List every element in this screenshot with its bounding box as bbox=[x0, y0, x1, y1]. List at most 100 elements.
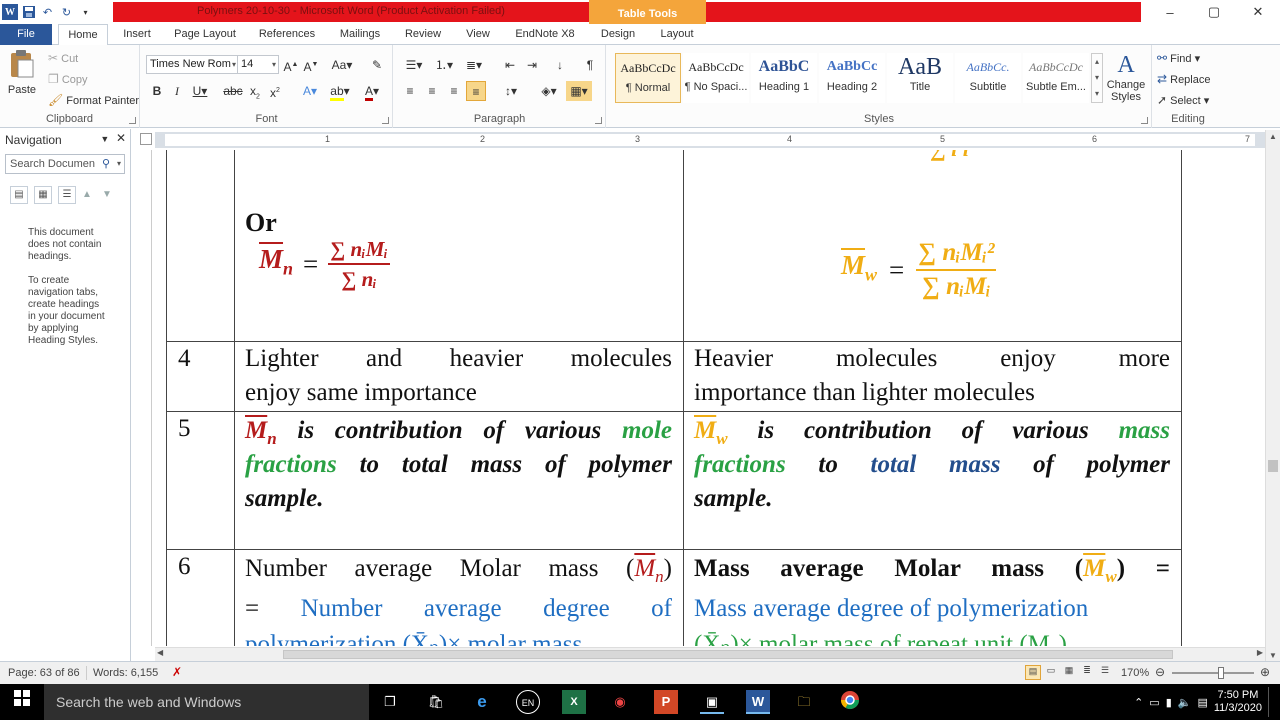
notifications-icon[interactable]: ▤ bbox=[1197, 696, 1207, 709]
navigation-search-input[interactable]: Search Documen ⚲ ▾ bbox=[5, 154, 125, 174]
undo-icon[interactable]: ↶ bbox=[39, 3, 56, 21]
increase-indent-icon[interactable]: ⇥ bbox=[522, 55, 542, 75]
zoom-in-icon[interactable]: ⊕ bbox=[1260, 665, 1270, 679]
media-icon[interactable]: ◉ bbox=[608, 690, 632, 714]
app-icon[interactable]: ▣ bbox=[700, 690, 724, 714]
grow-font-icon[interactable]: A▲ bbox=[281, 55, 301, 75]
align-center-icon[interactable]: ≡ bbox=[422, 81, 442, 101]
style-title[interactable]: AaB Title bbox=[887, 53, 953, 103]
decrease-indent-icon[interactable]: ⇤ bbox=[500, 55, 520, 75]
previous-icon[interactable]: ▲ bbox=[82, 186, 96, 204]
draft-icon[interactable]: ☰ bbox=[1097, 665, 1113, 680]
borders-icon[interactable]: ▦▾ bbox=[566, 81, 592, 101]
edge-icon[interactable]: e bbox=[470, 690, 494, 714]
power-icon[interactable]: ▮ bbox=[1166, 696, 1172, 709]
document-area[interactable]: ∑ i i Or Mn = ∑ nᵢMᵢ ∑ nᵢ Mw = ∑ nᵢMᵢ² ∑… bbox=[155, 150, 1265, 646]
zoom-out-icon[interactable]: ⊖ bbox=[1155, 665, 1165, 679]
align-left-icon[interactable]: ≡ bbox=[400, 81, 420, 101]
tab-page-layout[interactable]: Page Layout bbox=[168, 24, 242, 45]
excel-icon[interactable]: X bbox=[562, 690, 586, 714]
volume-icon[interactable]: 🔈 bbox=[1178, 696, 1192, 709]
styles-scroll[interactable]: ▴ ▾ ▾ bbox=[1091, 53, 1103, 103]
headings-view-icon[interactable]: ▤ bbox=[10, 186, 28, 204]
justify-icon[interactable]: ≡ bbox=[466, 81, 486, 101]
vertical-ruler[interactable] bbox=[138, 150, 152, 646]
font-launcher-icon[interactable] bbox=[382, 117, 389, 124]
shrink-font-icon[interactable]: A▼ bbox=[301, 55, 321, 75]
zoom-level[interactable]: 170% bbox=[1121, 667, 1149, 679]
horizontal-ruler[interactable]: 1 2 3 4 5 6 7 bbox=[155, 132, 1265, 148]
next-icon[interactable]: ▼ bbox=[102, 186, 116, 204]
tab-references[interactable]: References bbox=[250, 24, 324, 45]
clipboard-launcher-icon[interactable] bbox=[129, 117, 136, 124]
redo-icon[interactable]: ↻ bbox=[58, 3, 75, 21]
style-no-spacing[interactable]: AaBbCcDc ¶ No Spaci... bbox=[683, 53, 749, 103]
strikethrough-icon[interactable]: abc bbox=[221, 81, 245, 101]
file-explorer-icon[interactable]: 🗀 bbox=[792, 690, 816, 714]
windows-start-icon[interactable] bbox=[10, 690, 34, 714]
search-icon[interactable]: ⚲ bbox=[102, 155, 110, 173]
multilevel-list-icon[interactable]: ≣▾ bbox=[460, 55, 488, 75]
tab-home[interactable]: Home bbox=[58, 24, 108, 46]
italic-icon[interactable]: I bbox=[167, 81, 187, 101]
zoom-slider-thumb[interactable] bbox=[1218, 667, 1224, 679]
scroll-right-icon[interactable]: ▶ bbox=[1257, 648, 1263, 657]
network-icon[interactable]: ▭ bbox=[1149, 696, 1159, 709]
cut-button[interactable]: ✂ Cut bbox=[48, 51, 78, 65]
superscript-icon[interactable]: x2 bbox=[265, 81, 285, 101]
style-subtitle[interactable]: AaBbCc. Subtitle bbox=[955, 53, 1021, 103]
web-layout-icon[interactable]: ▦ bbox=[1061, 665, 1077, 680]
change-styles-button[interactable]: A Change Styles bbox=[1104, 51, 1148, 103]
proofing-icon[interactable]: ✗ bbox=[172, 665, 182, 679]
bold-icon[interactable]: B bbox=[147, 81, 167, 101]
scroll-up-icon[interactable]: ▲ bbox=[1266, 132, 1280, 141]
chevron-down-icon[interactable]: ▼ bbox=[100, 134, 109, 144]
sort-icon[interactable]: ↓ bbox=[550, 55, 570, 75]
minimize-button[interactable]: ‒ bbox=[1148, 0, 1192, 24]
underline-icon[interactable]: U▾ bbox=[187, 81, 213, 101]
font-color-icon[interactable]: A▾ bbox=[359, 81, 385, 101]
word-taskbar-icon[interactable]: W bbox=[746, 690, 770, 714]
tab-insert[interactable]: Insert bbox=[112, 24, 162, 45]
highlight-icon[interactable]: ab▾ bbox=[327, 81, 353, 101]
task-view-icon[interactable]: ❐ bbox=[378, 690, 402, 714]
styles-launcher-icon[interactable] bbox=[1141, 117, 1148, 124]
paragraph-launcher-icon[interactable] bbox=[595, 117, 602, 124]
full-screen-icon[interactable]: ▭ bbox=[1043, 665, 1059, 680]
text-effects-icon[interactable]: A▾ bbox=[297, 81, 323, 101]
zoom-slider[interactable] bbox=[1172, 672, 1254, 674]
select-button[interactable]: ➚ Select ▾ bbox=[1157, 93, 1209, 107]
close-button[interactable]: ✕ bbox=[1236, 0, 1280, 24]
clock[interactable]: 7:50 PM 11/3/2020 bbox=[1214, 689, 1262, 715]
format-painter-button[interactable]: 🖌 Format Painter bbox=[48, 93, 139, 107]
font-family-select[interactable]: Times New Rom ▾ bbox=[146, 55, 239, 74]
endnote-icon[interactable]: EN bbox=[516, 690, 540, 714]
subscript-icon[interactable]: x2 bbox=[245, 81, 265, 101]
line-spacing-icon[interactable]: ↕▾ bbox=[498, 81, 524, 101]
chevron-down-icon[interactable]: ▾ bbox=[117, 155, 121, 173]
store-icon[interactable]: 🛍 bbox=[424, 690, 448, 714]
scroll-left-icon[interactable]: ◀ bbox=[157, 648, 163, 657]
results-view-icon[interactable]: ☰ bbox=[58, 186, 76, 204]
tray-overflow-icon[interactable]: ⌃ bbox=[1134, 696, 1143, 709]
taskbar-search-input[interactable]: Search the web and Windows bbox=[44, 684, 369, 720]
replace-button[interactable]: ⇄ Replace bbox=[1157, 72, 1210, 86]
scroll-thumb[interactable] bbox=[283, 650, 1173, 659]
style-heading-2[interactable]: AaBbCc Heading 2 bbox=[819, 53, 885, 103]
scroll-thumb[interactable] bbox=[1268, 460, 1278, 472]
qat-more-icon[interactable]: ▾ bbox=[77, 3, 94, 21]
show-formatting-icon[interactable]: ¶ bbox=[580, 55, 600, 75]
word-app-icon[interactable]: W bbox=[2, 4, 18, 20]
shading-icon[interactable]: ◈▾ bbox=[536, 81, 562, 101]
tab-view[interactable]: View bbox=[458, 24, 498, 45]
scroll-down-icon[interactable]: ▼ bbox=[1266, 651, 1280, 660]
chrome-icon[interactable] bbox=[838, 690, 862, 714]
powerpoint-icon[interactable]: P bbox=[654, 690, 678, 714]
copy-button[interactable]: ❐ Copy bbox=[48, 72, 88, 86]
style-heading-1[interactable]: AaBbC Heading 1 bbox=[751, 53, 817, 103]
style-subtle-emphasis[interactable]: AaBbCcDc Subtle Em... bbox=[1023, 53, 1089, 103]
save-icon[interactable] bbox=[20, 3, 37, 21]
tab-review[interactable]: Review bbox=[398, 24, 448, 45]
style-normal[interactable]: AaBbCcDc ¶ Normal bbox=[615, 53, 681, 103]
word-count[interactable]: Words: 6,155 bbox=[93, 667, 158, 679]
